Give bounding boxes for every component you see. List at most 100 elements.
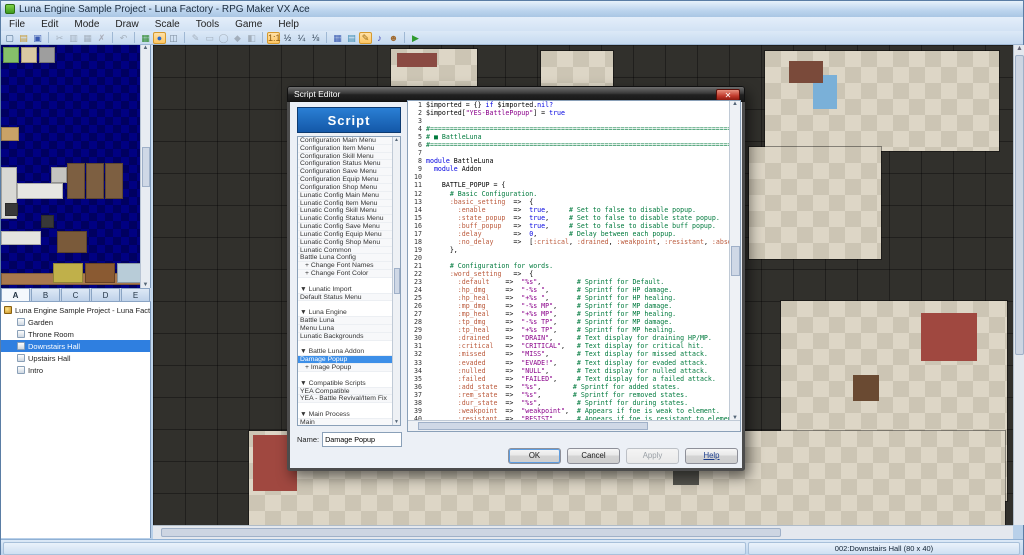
code-line[interactable]: 1 $imported = {} if $imported.nil? <box>408 101 730 109</box>
map-mode-icon[interactable]: ▦ <box>139 32 152 44</box>
code-line[interactable]: 38 :dur_state => "%s", # Sprintf for dur… <box>408 399 730 407</box>
new-project-icon[interactable]: ▢ <box>3 32 16 44</box>
apply-button[interactable]: Apply <box>626 448 679 464</box>
script-list-item[interactable]: Lunatic Config Shop Menu <box>298 239 400 247</box>
code-line[interactable]: 6 #=====================================… <box>408 141 730 149</box>
script-list-item[interactable]: + Change Font Names <box>298 262 400 270</box>
palette-tile[interactable] <box>85 263 115 283</box>
palette-tile[interactable] <box>21 47 37 63</box>
undo-icon[interactable]: ↶ <box>117 32 130 44</box>
script-list-item[interactable]: ▼ Lunatic Import <box>298 286 400 294</box>
code-line[interactable]: 32 :missed => "MISS", # Text display for… <box>408 350 730 358</box>
script-list-item[interactable]: + Change Font Color <box>298 270 400 278</box>
sound-test-icon[interactable]: ♪ <box>373 32 386 44</box>
tree-map-item[interactable]: Garden <box>1 316 150 328</box>
script-list-item[interactable]: Battle Luna <box>298 317 400 325</box>
script-list-item[interactable]: Main <box>298 419 400 426</box>
project-map-tree[interactable]: Luna Engine Sample Project - Luna Fact G… <box>1 302 151 538</box>
code-line[interactable]: 7 <box>408 149 730 157</box>
ok-button[interactable]: OK <box>508 448 561 464</box>
open-project-icon[interactable]: ▤ <box>17 32 30 44</box>
script-list-item[interactable]: Configuration Status Menu <box>298 160 400 168</box>
code-line[interactable]: 8 module BattleLuna <box>408 157 730 165</box>
palette-tile[interactable] <box>17 183 63 199</box>
scroll-up-icon[interactable]: ▲ <box>394 137 399 143</box>
code-line[interactable]: 37 :rem_state => "%s", # Sprintf for rem… <box>408 391 730 399</box>
code-line[interactable]: 30 :drained => "DRAIN", # Text display f… <box>408 334 730 342</box>
script-list-item[interactable]: Damage Popup <box>298 356 400 364</box>
code-line[interactable]: 3 <box>408 117 730 125</box>
palette-tile[interactable] <box>3 47 19 63</box>
tileset-tab-a[interactable]: A <box>1 288 30 301</box>
script-list-item[interactable]: Configuration Skill Menu <box>298 153 400 161</box>
script-list-item[interactable]: Lunatic Config Skill Menu <box>298 207 400 215</box>
palette-tile[interactable] <box>86 163 104 199</box>
script-list-item[interactable]: Lunatic Config Main Menu <box>298 192 400 200</box>
palette-tile[interactable] <box>51 167 67 183</box>
tree-map-item[interactable]: Throne Room <box>1 328 150 340</box>
menu-edit[interactable]: Edit <box>33 17 66 31</box>
code-line[interactable]: 20 <box>408 254 730 262</box>
script-list-item[interactable]: Battle Luna Config <box>298 254 400 262</box>
database-icon[interactable]: ▦ <box>331 32 344 44</box>
code-line[interactable]: 29 :tp_heal => "+%s TP", # Sprintf for M… <box>408 326 730 334</box>
palette-scroll-thumb[interactable] <box>142 147 150 187</box>
menu-mode[interactable]: Mode <box>66 17 107 31</box>
palette-scrollbar[interactable]: ▲ ▼ <box>140 45 150 288</box>
zoom-half-icon[interactable]: ½ <box>281 32 294 44</box>
code-line[interactable]: 23 :default => "%s", # Sprintf for Defau… <box>408 278 730 286</box>
palette-tile[interactable] <box>1 231 41 245</box>
script-list-item[interactable]: YEA - Battle Revival/Item Fix <box>298 395 400 403</box>
code-line[interactable]: 34 :nulled => "NULL", # Text display for… <box>408 367 730 375</box>
fill-tool-icon[interactable]: ◆ <box>231 32 244 44</box>
code-line[interactable]: 35 :failed => "FAILED", # Text display f… <box>408 375 730 383</box>
code-line[interactable]: 11 BATTLE_POPUP = { <box>408 181 730 189</box>
delete-icon[interactable]: ✗ <box>95 32 108 44</box>
script-list-item[interactable]: Lunatic Config Status Menu <box>298 215 400 223</box>
code-line[interactable]: 22 :word_setting => { <box>408 270 730 278</box>
code-line[interactable]: 17 :delay => 0, # Delay between each pop… <box>408 230 730 238</box>
paste-icon[interactable]: ▦ <box>81 32 94 44</box>
map-vscroll-thumb[interactable] <box>1015 55 1024 355</box>
zoom-quarter-icon[interactable]: ¼ <box>295 32 308 44</box>
palette-tile[interactable] <box>39 47 55 63</box>
tileset-tab-c[interactable]: C <box>61 288 90 301</box>
map-vertical-scrollbar[interactable]: ▲ <box>1013 45 1024 525</box>
script-editor-icon[interactable]: ✎ <box>359 32 372 44</box>
code-vertical-scrollbar[interactable]: ▲ ▼ <box>729 101 740 421</box>
code-line[interactable]: 5 # ■ BattleLuna <box>408 133 730 141</box>
palette-tile[interactable] <box>105 163 123 199</box>
code-line[interactable]: 13 :basic_setting => { <box>408 198 730 206</box>
rectangle-tool-icon[interactable]: ▭ <box>203 32 216 44</box>
code-line[interactable]: 39 :weakpoint => "weakpoint", # Appears … <box>408 407 730 415</box>
script-list[interactable]: Configuration Main MenuConfiguration Ite… <box>297 136 401 426</box>
palette-tile[interactable] <box>1 127 19 141</box>
playtest-icon[interactable]: ▶ <box>409 32 422 44</box>
menu-scale[interactable]: Scale <box>147 17 188 31</box>
palette-tile[interactable] <box>67 163 85 199</box>
code-line[interactable]: 33 :evaded => "EVADE!", # Text display f… <box>408 359 730 367</box>
code-line[interactable]: 27 :mp_heal => "+%s MP", # Sprintf for M… <box>408 310 730 318</box>
palette-tile[interactable] <box>117 263 141 283</box>
palette-tile[interactable] <box>53 263 83 283</box>
palette-tile[interactable] <box>41 215 54 228</box>
script-list-item[interactable]: YEA Compatible <box>298 388 400 396</box>
map-hscroll-thumb[interactable] <box>161 528 781 537</box>
script-list-item[interactable]: Lunatic Common <box>298 247 400 255</box>
zoom-actual-size-icon[interactable]: 1:1 <box>267 32 280 44</box>
script-list-item[interactable]: Configuration Equip Menu <box>298 176 400 184</box>
pencil-tool-icon[interactable]: ✎ <box>189 32 202 44</box>
tree-map-item[interactable]: Upstairs Hall <box>1 352 150 364</box>
script-list-item[interactable]: Lunatic Config Save Menu <box>298 223 400 231</box>
script-list-item[interactable]: Default Status Menu <box>298 294 400 302</box>
script-name-input[interactable] <box>322 432 402 447</box>
scroll-up-icon[interactable]: ▲ <box>143 45 149 51</box>
list-scroll-thumb[interactable] <box>394 268 400 294</box>
scroll-up-icon[interactable]: ▲ <box>1016 45 1023 52</box>
code-editor[interactable]: 1 $imported = {} if $imported.nil? 2 $im… <box>407 100 741 432</box>
script-list-scrollbar[interactable]: ▲ ▼ <box>392 137 400 425</box>
tileset-tab-e[interactable]: E <box>121 288 150 301</box>
tree-root[interactable]: Luna Engine Sample Project - Luna Fact <box>1 304 150 316</box>
code-line[interactable]: 31 :critical => "CRITICAL", # Text displ… <box>408 342 730 350</box>
tileset-tab-d[interactable]: D <box>91 288 120 301</box>
